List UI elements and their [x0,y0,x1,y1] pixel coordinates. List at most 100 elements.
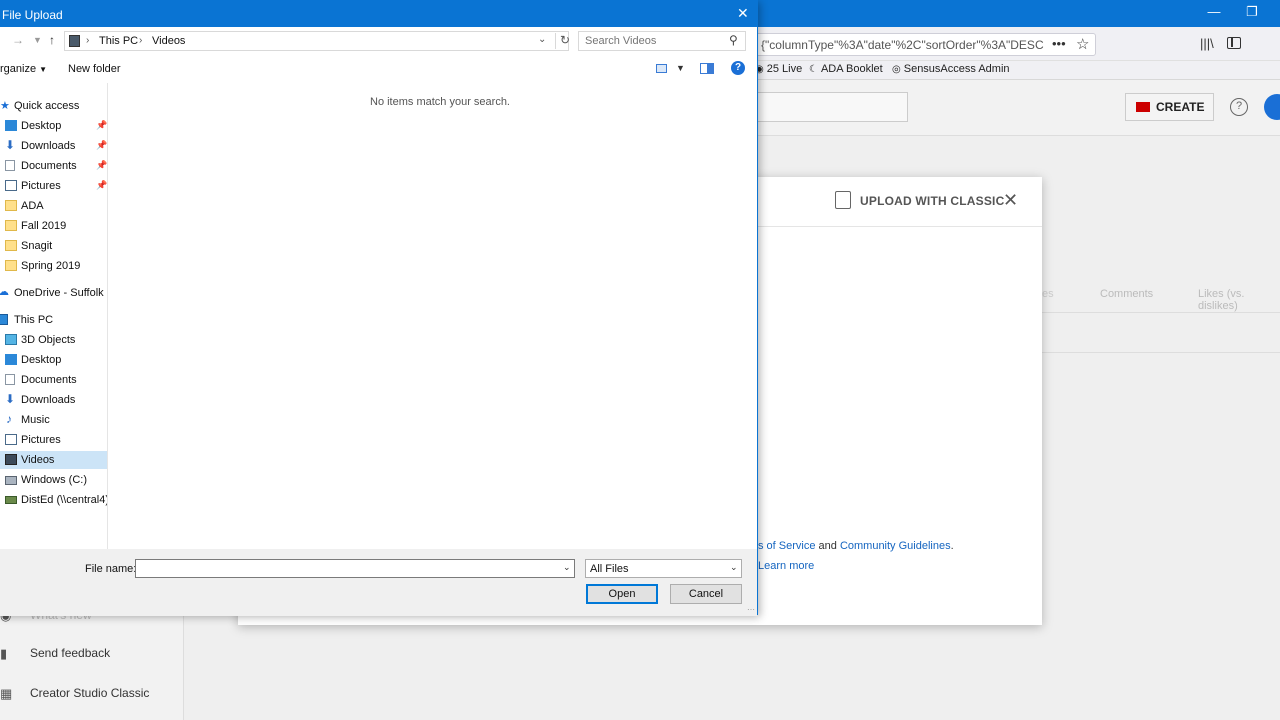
tree-quick-spring-2019[interactable]: Spring 2019 [0,257,107,275]
download-icon: ⬇ [5,138,16,152]
navigation-pane: ★ Quick access Desktop 📌 ⬇ Downloads 📌 Docum… [0,83,108,549]
chevron-down-icon: ▼ [39,65,48,74]
videos-folder-icon [69,35,80,47]
learn-more-link[interactable]: Learn more [758,560,814,572]
file-upload-dialog: File Upload ✕ → ▼ ↑ › This PC › Videos ⌄… [0,0,758,616]
cube-icon [5,334,17,345]
tree-pc-disted[interactable]: DistEd (\\central4) ( [0,491,107,509]
file-type-select[interactable]: All Files [585,559,742,578]
organize-menu[interactable]: rganize ▼ [0,63,47,75]
classic-studio-icon: ▦ [0,686,13,701]
pin-icon[interactable]: 📌 [96,160,107,171]
bookmark-star-icon[interactable]: ☆ [1076,35,1089,53]
computer-icon [0,314,8,325]
tree-pc-documents[interactable]: Documents [0,371,107,389]
breadcrumb-videos[interactable]: Videos [152,35,185,47]
feedback-icon: ▮ [0,646,8,661]
breadcrumb-this-pc[interactable]: This PC [99,35,138,47]
bookmark-sensusaccess[interactable]: ◎ SensusAccess Admin [892,63,1010,75]
tree-pc-desktop[interactable]: Desktop [0,351,107,369]
tree-pc-3d-objects[interactable]: 3D Objects [0,331,107,349]
tree-pc-windows-c[interactable]: Windows (C:) [0,471,107,489]
tree-quick-pictures[interactable]: Pictures 📌 [0,177,107,195]
refresh-icon[interactable]: ↻ [555,33,570,49]
library-icon[interactable]: |||\ [1200,36,1214,51]
desktop-icon [5,120,17,131]
tree-pc-music[interactable]: ♪ Music [0,411,107,429]
search-icon[interactable]: ⚲ [729,33,738,47]
nav-creator-studio-classic[interactable]: Creator Studio Classic [30,686,149,700]
preview-pane-icon[interactable] [700,63,714,74]
globe-icon: ◎ [892,64,901,75]
folder-icon [5,240,17,251]
file-name-label: File name: [85,563,137,575]
help-icon[interactable]: ? [731,61,745,75]
file-name-input[interactable] [135,559,575,578]
create-button[interactable]: CREATE [1125,93,1214,121]
dialog-title: File Upload [0,1,757,27]
pictures-icon [5,434,17,445]
pin-icon[interactable]: 📌 [96,180,107,191]
star-icon: ★ [0,100,10,112]
tree-quick-snagit[interactable]: Snagit [0,237,107,255]
tree-quick-desktop[interactable]: Desktop 📌 [0,117,107,135]
chevron-right-icon: › [86,35,90,46]
column-header-comments[interactable]: Comments [1100,288,1153,300]
nav-send-feedback[interactable]: Send feedback [30,646,110,660]
file-list-area[interactable] [109,83,757,549]
close-icon[interactable]: ✕ [1003,190,1018,211]
more-actions-icon[interactable]: ••• [1052,36,1066,51]
tree-quick-downloads[interactable]: ⬇ Downloads 📌 [0,137,107,155]
chevron-down-icon[interactable]: ⌄ [563,562,571,573]
tree-pc-downloads[interactable]: ⬇ Downloads [0,391,107,409]
upload-with-classic-link[interactable]: UPLOAD WITH CLASSIC [860,194,1004,208]
address-bar[interactable]: › This PC › Videos ⌄ ↻ [64,31,570,51]
forward-arrow-icon[interactable]: → [12,33,24,47]
tree-quick-access[interactable]: ★ Quick access [0,97,107,115]
bookmark-25-live[interactable]: ◉ 25 Live [755,63,802,75]
tree-pc-pictures[interactable]: Pictures [0,431,107,449]
minimize-icon[interactable]: — [1199,4,1229,19]
terms-text: s of Service and Community Guidelines. [758,540,954,552]
pin-icon[interactable]: 📌 [96,120,107,131]
tree-onedrive[interactable]: ☁OneDrive - Suffolk Co [0,284,107,302]
tree-quick-ada[interactable]: ADA [0,197,107,215]
url-bar[interactable]: {"columnType"%3A"date"%2C"sortOrder"%3A"… [740,33,1096,56]
chevron-down-icon[interactable]: ▼ [676,63,685,73]
folder-icon [5,220,17,231]
up-arrow-icon[interactable]: ↑ [49,33,55,47]
pin-icon[interactable]: 📌 [96,140,107,151]
column-header-partial: es [1042,288,1054,300]
tree-quick-documents[interactable]: Documents 📌 [0,157,107,175]
videos-icon [5,454,17,465]
resize-grip-icon[interactable]: ⋯ [747,605,755,614]
cancel-button[interactable]: Cancel [670,584,742,604]
studio-search-input[interactable] [740,92,908,122]
video-camera-icon [1136,102,1150,112]
new-folder-button[interactable]: New folder [68,63,121,75]
tree-quick-fall-2019[interactable]: Fall 2019 [0,217,107,235]
column-header-likes[interactable]: Likes (vs. dislikes) [1198,288,1280,312]
terms-of-service-link[interactable]: s of Service [758,540,815,552]
community-guidelines-link[interactable]: Community Guidelines [840,540,951,552]
chevron-down-icon[interactable]: ⌄ [538,34,546,45]
documents-icon [5,160,15,171]
help-icon[interactable]: ? [1230,98,1248,116]
tree-pc-videos[interactable]: Videos [0,451,107,469]
search-input[interactable] [578,31,746,51]
tree-this-pc[interactable]: This PC [0,311,107,329]
documents-icon [5,374,15,385]
dialog-close-icon[interactable]: ✕ [737,5,749,22]
sidebar-toggle-icon[interactable] [1227,37,1241,49]
chevron-down-icon[interactable]: ⌄ [730,562,738,573]
music-note-icon: ♪ [6,412,12,426]
bookmark-ada-booklet[interactable]: ☾ ADA Booklet [809,63,883,75]
empty-message: No items match your search. [370,96,510,108]
restore-icon[interactable]: ❐ [1237,4,1267,20]
view-options-icon[interactable] [656,64,667,73]
network-drive-icon [5,496,17,504]
recent-locations-icon[interactable]: ▼ [33,35,42,45]
open-button[interactable]: Open [586,584,658,604]
divider [1042,352,1280,353]
upload-classic-icon[interactable] [835,191,851,209]
